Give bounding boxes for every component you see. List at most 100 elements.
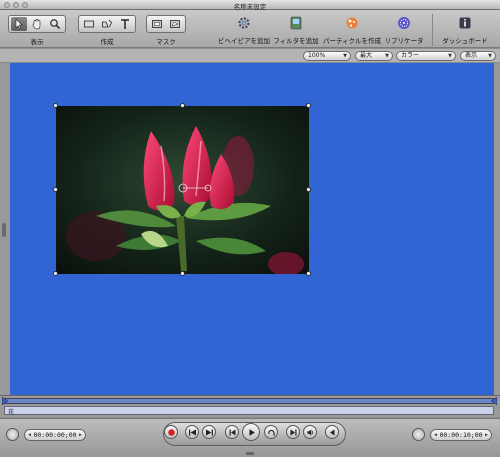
transform-handle-bottom-left[interactable]	[53, 271, 58, 276]
rectangle-mask-button[interactable]	[149, 17, 165, 31]
canvas[interactable]	[10, 63, 494, 395]
rectangle-mask-icon	[152, 20, 162, 28]
transform-handle-top-left[interactable]	[53, 103, 58, 108]
play-icon	[249, 428, 255, 436]
step-forward-button[interactable]	[286, 425, 300, 439]
toolbar-separator	[432, 14, 433, 46]
current-time-clock-icon	[6, 428, 19, 441]
bezier-mask-icon	[170, 20, 180, 28]
panel-resize-handle[interactable]	[246, 452, 254, 455]
chevron-left-icon: ◀	[434, 432, 438, 438]
text-tool-button[interactable]	[117, 17, 133, 31]
loop-button[interactable]	[264, 425, 278, 439]
chevron-down-icon: ▼	[448, 53, 452, 59]
loop-icon	[267, 429, 275, 436]
chevron-down-icon: ▼	[488, 53, 492, 59]
chevron-right-icon: ▶	[484, 432, 488, 438]
step-back-button[interactable]	[225, 425, 239, 439]
transform-handle-right[interactable]	[306, 187, 311, 192]
zoom-value: 100%	[308, 52, 326, 59]
text-icon	[121, 19, 129, 29]
transform-handle-top[interactable]	[180, 103, 185, 108]
quality-dropdown[interactable]: 最大 ▼	[355, 51, 393, 61]
hand-icon	[32, 19, 41, 30]
record-button[interactable]	[164, 425, 178, 439]
pen-shape-icon	[102, 19, 112, 28]
channel-dropdown[interactable]: カラー ▼	[396, 51, 456, 61]
reverse-play-button[interactable]	[325, 425, 339, 439]
channel-value: カラー	[401, 52, 420, 59]
transform-handle-left[interactable]	[53, 187, 58, 192]
current-timecode-field[interactable]: ◀ 00:00:00;00 ▶	[24, 429, 86, 441]
view-tools-group	[8, 15, 66, 33]
rectangle-icon	[84, 20, 94, 28]
transform-handle-bottom[interactable]	[180, 271, 185, 276]
transform-handle-top-right[interactable]	[306, 103, 311, 108]
replicator-label: リプリケータ	[384, 37, 424, 45]
flower-image-layer[interactable]	[56, 106, 309, 274]
add-filter-button[interactable]: フィルタを追加	[273, 14, 319, 45]
bezier-mask-button[interactable]	[167, 17, 183, 31]
skip-to-end-icon	[205, 429, 213, 435]
make-particles-label: パーティクルを作成	[323, 37, 381, 45]
zoom-dropdown[interactable]: 100% ▼	[303, 51, 351, 61]
chevron-down-icon: ▼	[343, 53, 347, 59]
duration-timecode-field[interactable]: ◀ 00:00:10;00 ▶	[430, 429, 492, 441]
replicator-icon	[398, 17, 410, 29]
replicator-button[interactable]: リプリケータ	[384, 14, 424, 45]
flower-photo	[56, 106, 309, 274]
info-icon	[459, 17, 471, 29]
chevron-down-icon: ▼	[385, 53, 389, 59]
create-tools-group	[78, 15, 136, 33]
layer-track-label: 花	[8, 409, 15, 416]
add-behavior-label: ビヘイビアを追加	[218, 37, 270, 45]
add-filter-label: フィルタを追加	[273, 37, 319, 45]
go-to-end-button[interactable]	[202, 425, 216, 439]
step-back-icon	[229, 429, 235, 435]
zoom-tool-button[interactable]	[47, 17, 63, 31]
filter-icon	[290, 16, 302, 30]
play-reverse-icon	[329, 429, 334, 435]
toolbar: 表示 作成 マスク ビヘイビアを追加 フィルタを追加 パーティクルを作成 リプリ…	[0, 10, 500, 48]
mask-tools-group	[146, 15, 186, 33]
current-timecode-value: 00:00:00;00	[33, 431, 77, 439]
arrow-pointer-icon	[15, 18, 23, 30]
dashboard-label: ダッシュボード	[442, 37, 488, 45]
quality-value: 最大	[360, 52, 373, 59]
skip-to-start-icon	[188, 429, 196, 435]
panel-resize-handle[interactable]	[2, 223, 6, 237]
canvas-options-bar: 100% ▼ 最大 ▼ カラー ▼ 表示 ▼	[0, 49, 500, 63]
play-button[interactable]	[242, 423, 260, 441]
step-forward-icon	[290, 429, 296, 435]
duration-timecode-value: 00:00:10;00	[439, 431, 483, 439]
pan-tool-button[interactable]	[29, 17, 45, 31]
make-particles-button[interactable]: パーティクルを作成	[323, 14, 381, 45]
layer-track[interactable]: 花	[4, 406, 494, 416]
in-point-marker-icon[interactable]	[2, 397, 8, 405]
go-to-start-button[interactable]	[185, 425, 199, 439]
particles-icon	[346, 17, 358, 29]
dashboard-button[interactable]: ダッシュボード	[440, 14, 490, 45]
view-dropdown[interactable]: 表示 ▼	[460, 51, 496, 61]
magnifier-icon	[50, 19, 61, 30]
transform-handle-bottom-right[interactable]	[306, 271, 311, 276]
audio-button[interactable]	[303, 425, 317, 439]
left-panel-edge	[0, 63, 10, 395]
right-panel-edge	[494, 63, 500, 395]
duration-clock-icon	[412, 428, 425, 441]
speaker-icon	[307, 429, 313, 435]
gear-icon	[238, 17, 250, 29]
add-behavior-button[interactable]: ビヘイビアを追加	[218, 14, 270, 45]
chevron-right-icon: ▶	[78, 432, 82, 438]
mini-timeline: 花	[0, 395, 500, 417]
record-icon	[167, 428, 175, 436]
view-tools-label: 表示	[30, 38, 44, 46]
select-tool-button[interactable]	[11, 17, 27, 31]
out-point-marker-icon[interactable]	[491, 397, 497, 405]
view-value: 表示	[465, 52, 478, 59]
chevron-left-icon: ◀	[28, 432, 32, 438]
rectangle-tool-button[interactable]	[81, 17, 97, 31]
bezier-tool-button[interactable]	[99, 17, 115, 31]
mask-tools-label: マスク	[156, 38, 176, 46]
timeline-ruler[interactable]	[4, 398, 494, 404]
